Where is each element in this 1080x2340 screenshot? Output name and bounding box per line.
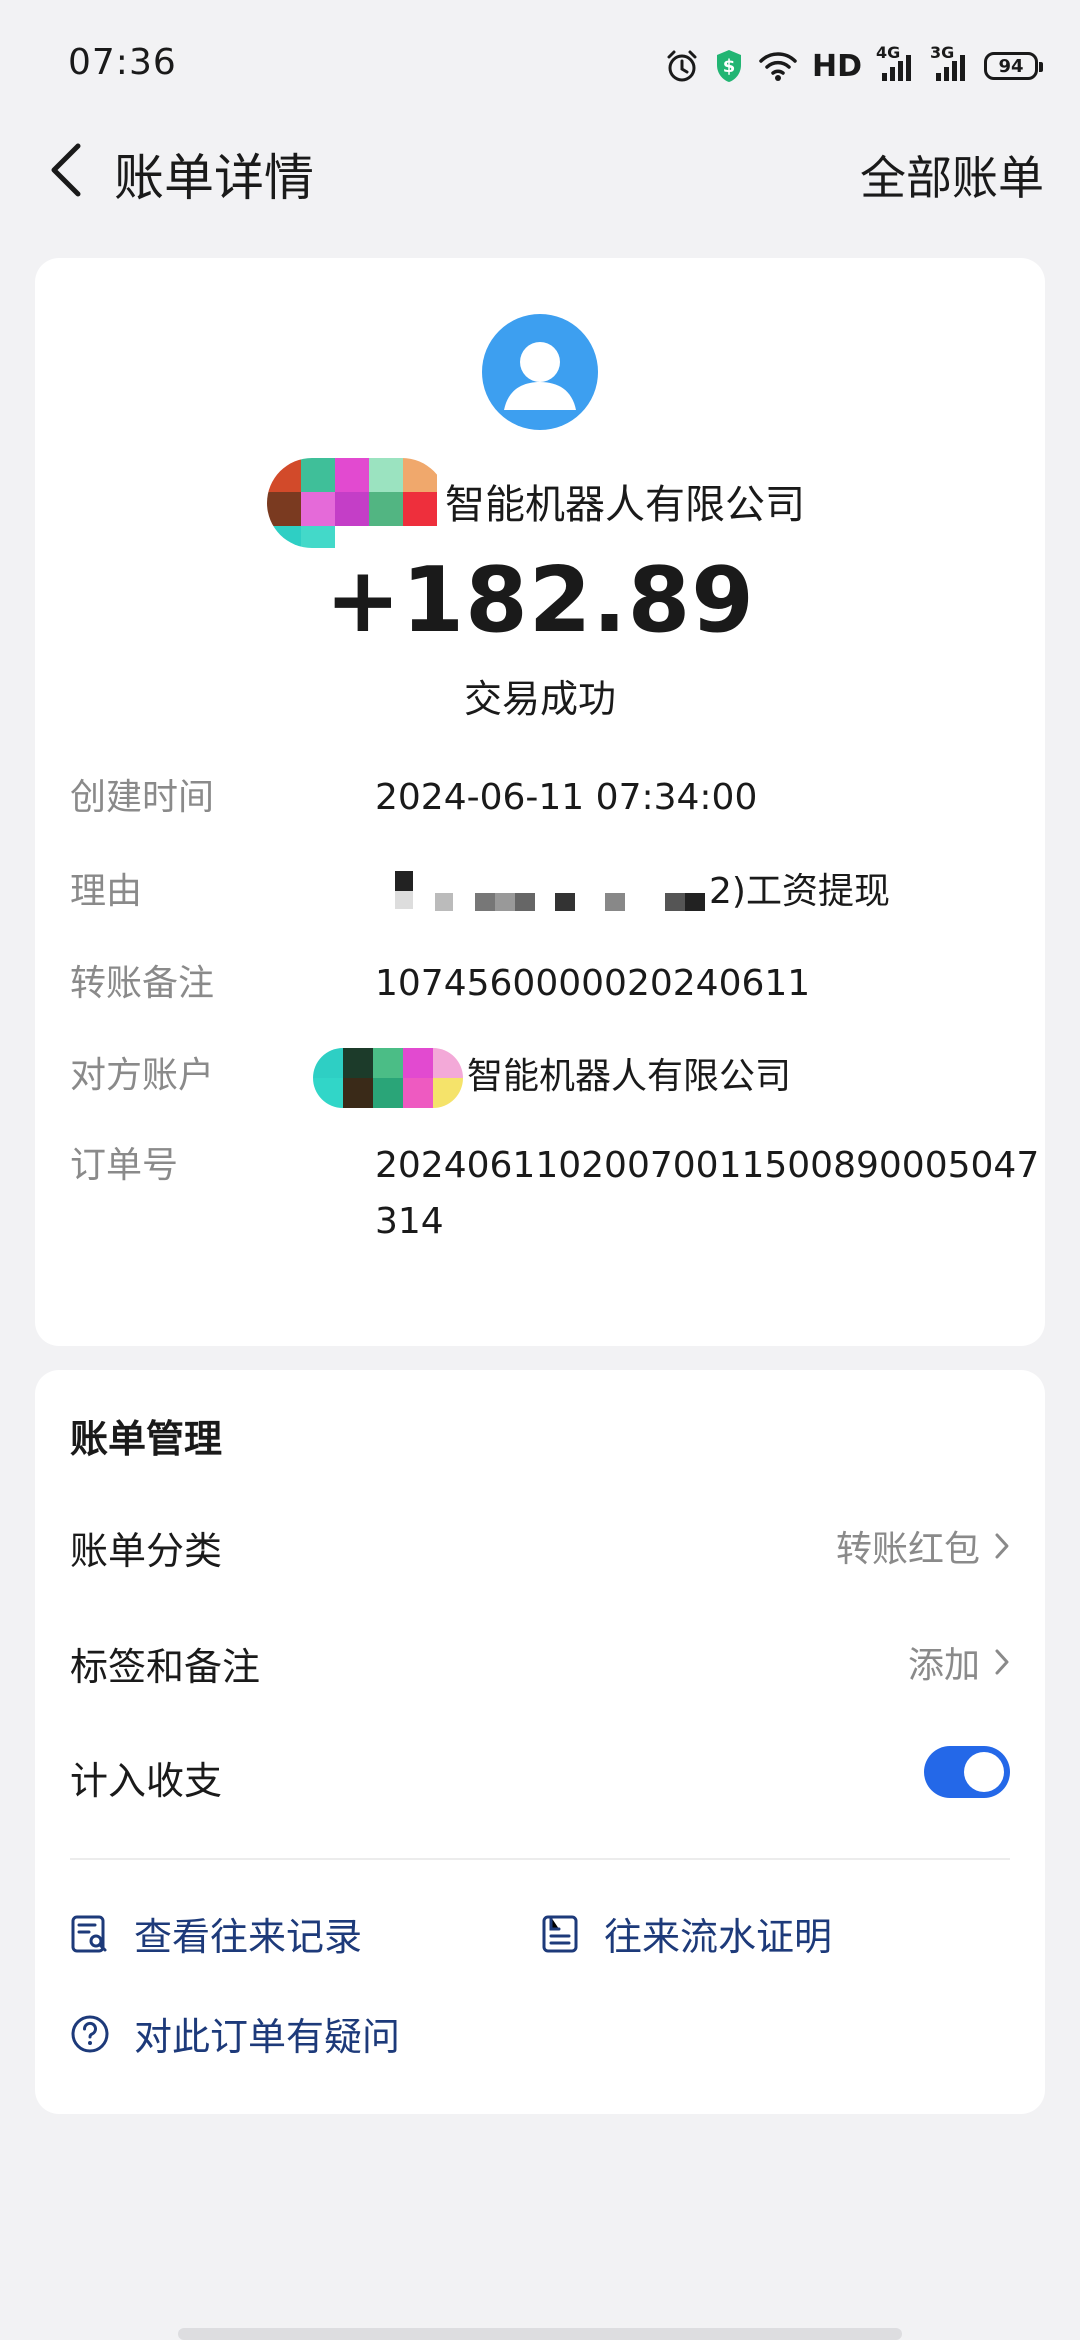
row-label: 计入收支 <box>70 1759 223 1803</box>
bill-management-card: 账单管理 账单分类 转账红包 标签和备注 添加 计入收支 查看往来记录 往来流水… <box>35 1370 1045 2114</box>
order-question-link[interactable]: 对此订单有疑问 <box>70 2006 400 2061</box>
signal-3g-label: 3G <box>930 43 955 62</box>
category-value: 转账红包 <box>835 1529 980 1570</box>
wifi-icon <box>758 50 798 82</box>
reason-text: 2)工资提现 <box>709 871 890 912</box>
header: 账单详情 全部账单 <box>0 120 1080 220</box>
question-circle-icon <box>71 2015 109 2052</box>
row-label: 标签和备注 <box>70 1645 261 1689</box>
redacted-mosaic <box>375 871 705 915</box>
detail-value: 2024-06-11 07:34:00 <box>375 777 758 818</box>
row-label: 账单分类 <box>70 1529 223 1573</box>
action-label: 往来流水证明 <box>604 1915 833 1959</box>
chevron-left-icon <box>51 143 81 197</box>
transaction-amount: +182.89 <box>325 548 755 653</box>
user-avatar-icon <box>482 314 598 430</box>
signal-3g-icon: 3G <box>930 43 970 83</box>
row-value: 添加 <box>908 1636 1010 1688</box>
detail-label: 对方账户 <box>70 1055 215 1096</box>
chevron-right-icon <box>995 1533 1009 1559</box>
transaction-status: 交易成功 <box>463 677 616 721</box>
alarm-icon <box>664 48 700 84</box>
detail-label: 创建时间 <box>70 777 215 818</box>
detail-value: 20240611020070011500890005047314 <box>375 1145 1040 1242</box>
detail-label: 理由 <box>70 871 143 912</box>
tags-notes-row[interactable]: 标签和备注 添加 <box>70 1624 1010 1704</box>
records-search-icon <box>71 1915 107 1952</box>
bill-detail-page: 07:36 $ HD 4G 3G 94 账单详情 全部账单 智能机器人有限公司 … <box>0 0 1080 2340</box>
status-icons: $ HD 4G 3G 94 <box>664 43 1043 88</box>
action-label: 查看往来记录 <box>134 1915 363 1959</box>
toggle-knob <box>964 1752 1004 1792</box>
hd-label: HD <box>811 48 862 84</box>
home-indicator[interactable] <box>178 2328 902 2340</box>
redacted-mosaic <box>313 1048 463 1108</box>
status-bar: 07:36 $ HD 4G 3G 94 <box>0 0 1080 130</box>
page-title: 账单详情 <box>114 149 314 207</box>
svg-text:$: $ <box>723 56 736 77</box>
document-icon <box>542 1915 578 1952</box>
row-value: 转账红包 <box>836 1520 1010 1572</box>
back-button[interactable] <box>36 140 96 200</box>
detail-value-counterparty: 智能机器人有限公司 <box>313 1048 1055 1108</box>
action-label: 对此订单有疑问 <box>134 2015 401 2059</box>
detail-label: 订单号 <box>70 1145 179 1186</box>
view-records-link[interactable]: 查看往来记录 <box>70 1906 362 1961</box>
tags-value: 添加 <box>907 1645 980 1686</box>
divider <box>70 1858 1010 1860</box>
bill-category-row[interactable]: 账单分类 转账红包 <box>70 1508 1010 1588</box>
section-title: 账单管理 <box>70 1417 223 1461</box>
detail-value-reason: 2)工资提现 <box>375 864 1055 920</box>
all-bills-link[interactable]: 全部账单 <box>860 142 1044 208</box>
counterparty-text: 智能机器人有限公司 <box>467 1056 792 1097</box>
chevron-right-icon <box>995 1649 1009 1675</box>
transaction-card: 智能机器人有限公司 +182.89 交易成功 创建时间 2024-06-11 0… <box>35 258 1045 1346</box>
count-in-row: 计入收支 <box>70 1738 1010 1818</box>
detail-label: 转账备注 <box>70 963 215 1004</box>
count-in-toggle[interactable] <box>924 1746 1010 1798</box>
signal-4g-label: 4G <box>876 43 901 62</box>
flow-certificate-link[interactable]: 往来流水证明 <box>540 1906 832 1961</box>
payee-name: 智能机器人有限公司 <box>445 482 805 528</box>
battery-icon: 94 <box>984 52 1043 80</box>
status-time: 07:36 <box>68 42 177 83</box>
signal-4g-icon: 4G <box>876 43 916 83</box>
detail-value: 1074560000020240611 <box>375 963 811 1004</box>
shield-icon: $ <box>714 48 744 84</box>
redacted-payee-mosaic <box>267 458 447 548</box>
